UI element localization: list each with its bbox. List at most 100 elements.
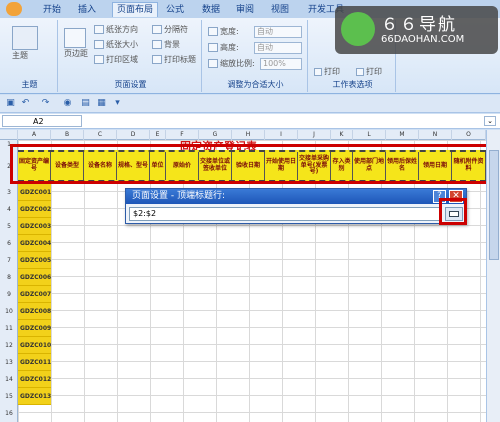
tab-insert[interactable]: 插入 [78,3,96,18]
quick-access-toolbar: ▣ ↶ ↷ ◉ ▤ ▦ ▾ [0,95,500,113]
row-header[interactable]: 12 [0,337,18,354]
print-icon[interactable]: ▤ [80,98,91,109]
column-header[interactable]: B [51,130,84,140]
group-themes: 主题 主题 [2,20,58,92]
scale-icon [208,59,218,68]
width-icon [208,27,218,36]
orientation-icon [94,25,104,34]
customize-qat-icon[interactable]: ▾ [112,98,123,109]
asset-id-cell[interactable]: GDZC010 [18,337,51,354]
row-header[interactable]: 6 [0,235,18,252]
watermark-logo-icon [341,12,375,46]
background-button[interactable]: 背景 [152,39,180,50]
watermark-title: ６６导航 [381,15,457,35]
row-header[interactable]: 15 [0,388,18,405]
preview-icon[interactable]: ◉ [62,98,73,109]
asset-id-cell[interactable]: GDZC009 [18,320,51,337]
scale-spinner[interactable]: 100% [260,58,302,70]
width-combo[interactable]: 自动 [254,26,302,38]
margins-button[interactable]: 页边距 [64,28,88,59]
column-header[interactable]: M [386,130,419,140]
print-titles-button[interactable]: 打印标题 [152,54,196,65]
tab-view[interactable]: 视图 [271,3,289,18]
select-all-corner[interactable] [0,130,18,140]
print-titles-icon [152,55,162,64]
redo-icon[interactable]: ↷ [40,98,51,109]
height-label: 高度: [208,42,239,53]
tab-review[interactable]: 审阅 [236,3,254,18]
size-button[interactable]: 纸张大小 [94,39,138,50]
tab-page-layout[interactable]: 页面布局 [112,2,159,17]
dialog-title: 页面设置 - 顶端标题行: [126,189,466,204]
size-icon [94,40,104,49]
asset-id-cell[interactable]: GDZC012 [18,371,51,388]
asset-id-cell[interactable]: GDZC006 [18,269,51,286]
asset-id-cell[interactable]: GDZC001 [18,184,51,201]
highlight-box-expand-button [439,198,467,225]
scale-label: 缩放比例: [208,58,255,69]
tab-formulas[interactable]: 公式 [166,3,184,18]
width-label: 宽度: [208,26,239,37]
row-header[interactable]: 3 [0,184,18,201]
margins-icon [64,28,86,48]
tab-data[interactable]: 数据 [202,3,220,18]
column-header[interactable]: N [419,130,452,140]
column-header[interactable]: I [265,130,298,140]
row-header[interactable]: 9 [0,286,18,303]
background-icon [152,40,162,49]
asset-id-cell[interactable]: GDZC002 [18,201,51,218]
column-header[interactable]: E [150,130,166,140]
asset-id-cell[interactable]: GDZC004 [18,235,51,252]
asset-id-cell[interactable]: GDZC011 [18,354,51,371]
height-combo[interactable]: 自动 [254,42,302,54]
asset-id-cell[interactable]: GDZC008 [18,303,51,320]
row-header[interactable]: 5 [0,218,18,235]
scrollbar-thumb[interactable] [489,150,499,260]
row-header[interactable]: 11 [0,320,18,337]
asset-id-cell[interactable]: GDZC005 [18,252,51,269]
save-icon[interactable]: ▣ [5,98,16,109]
height-icon [208,43,218,52]
orientation-button[interactable]: 纸张方向 [94,24,138,35]
row-header[interactable]: 16 [0,405,18,422]
gridlines-print-checkbox[interactable]: 打印 [314,66,340,77]
asset-id-cell[interactable]: GDZC003 [18,218,51,235]
column-header[interactable]: A [18,130,51,140]
row-header[interactable]: 4 [0,201,18,218]
chart-icon[interactable]: ▦ [96,98,107,109]
watermark-url: 66DAOHAN.COM [381,34,465,45]
asset-id-cell[interactable]: GDZC007 [18,286,51,303]
row-header[interactable]: 8 [0,269,18,286]
print-area-button[interactable]: 打印区域 [94,54,138,65]
column-header[interactable]: D [117,130,150,140]
office-button[interactable] [6,2,22,16]
themes-button[interactable]: 主题 [12,26,38,61]
undo-icon[interactable]: ↶ [20,98,31,109]
row-header[interactable]: 10 [0,303,18,320]
page-setup-title-rows-dialog: 页面设置 - 顶端标题行: ? ✕ $2:$2 [125,188,467,224]
row-header[interactable]: 14 [0,371,18,388]
group-page-setup: 页边距 纸张方向 纸张大小 打印区域 分隔符 背景 打印标题 页面设置 [60,20,202,92]
asset-id-cell[interactable]: GDZC013 [18,388,51,405]
name-box[interactable]: A2 [2,115,82,127]
group-title-sheet-options: 工作表选项 [332,80,373,89]
headings-print-checkbox[interactable]: 打印 [356,66,382,77]
title-rows-input[interactable]: $2:$2 [129,207,441,221]
column-header[interactable]: K [331,130,353,140]
checkbox-icon [356,67,364,76]
tab-home[interactable]: 开始 [43,3,61,18]
vertical-scrollbar[interactable] [486,130,500,422]
group-title-themes: 主题 [21,80,38,89]
column-header[interactable]: C [84,130,117,140]
row-header[interactable]: 13 [0,354,18,371]
row-header[interactable]: 7 [0,252,18,269]
expand-formula-icon[interactable]: ⌄ [484,116,496,126]
breaks-button[interactable]: 分隔符 [152,24,188,35]
column-header[interactable]: J [298,130,331,140]
group-title-scale-to-fit: 调整为合适大小 [227,80,284,89]
column-header[interactable]: O [452,130,486,140]
print-area-icon [94,55,104,64]
group-scale-to-fit: 宽度: 自动 高度: 自动 缩放比例: 100% 调整为合适大小 [204,20,308,92]
column-header[interactable]: L [353,130,386,140]
themes-icon [12,26,38,50]
